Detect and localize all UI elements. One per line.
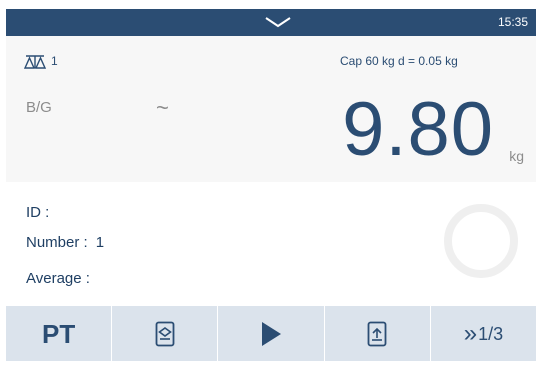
double-chevron-right-icon: » bbox=[463, 319, 477, 347]
id-label: ID : bbox=[26, 204, 50, 221]
start-button[interactable] bbox=[218, 306, 325, 361]
preset-tare-button[interactable]: PT bbox=[6, 306, 113, 361]
motion-indicator: ~ bbox=[156, 95, 169, 120]
page-indicator: 1/3 bbox=[478, 323, 504, 344]
status-bar: 15:35 bbox=[6, 9, 536, 36]
progress-ring bbox=[444, 204, 518, 278]
average-label: Average : bbox=[26, 270, 90, 287]
mode-label: B/G bbox=[26, 99, 52, 116]
play-icon bbox=[262, 321, 281, 346]
template-icon bbox=[155, 321, 175, 346]
number-label: Number : bbox=[26, 234, 88, 251]
scale-number: 1 bbox=[51, 54, 58, 68]
info-panel: ID : Number : 1 Average : bbox=[6, 182, 536, 306]
capacity-info: Cap 60 kg d = 0.05 kg bbox=[340, 54, 458, 68]
weight-unit: kg bbox=[509, 148, 524, 164]
transfer-button[interactable] bbox=[325, 306, 431, 361]
preset-tare-label: PT bbox=[41, 318, 76, 349]
weight-display: 1 Cap 60 kg d = 0.05 kg B/G ~ 9.80 kg bbox=[6, 36, 536, 182]
transfer-icon bbox=[367, 321, 387, 346]
id-row: ID : bbox=[26, 204, 57, 222]
number-value: 1 bbox=[95, 234, 105, 251]
weight-value: 9.80 bbox=[342, 87, 494, 172]
template-button[interactable] bbox=[112, 306, 219, 361]
next-page-button[interactable]: » 1/3 bbox=[431, 306, 536, 361]
scale-icon bbox=[24, 55, 46, 69]
average-row: Average : bbox=[26, 270, 98, 288]
softkey-bar: PT » 1/3 bbox=[6, 306, 536, 361]
chevron-down-icon[interactable] bbox=[264, 15, 292, 29]
number-row: Number : 1 bbox=[26, 234, 104, 252]
terminal-screen: 15:35 1 Cap 60 kg d = 0.05 kg B/G ~ 9.80… bbox=[0, 0, 542, 367]
clock-time: 15:35 bbox=[497, 15, 528, 29]
